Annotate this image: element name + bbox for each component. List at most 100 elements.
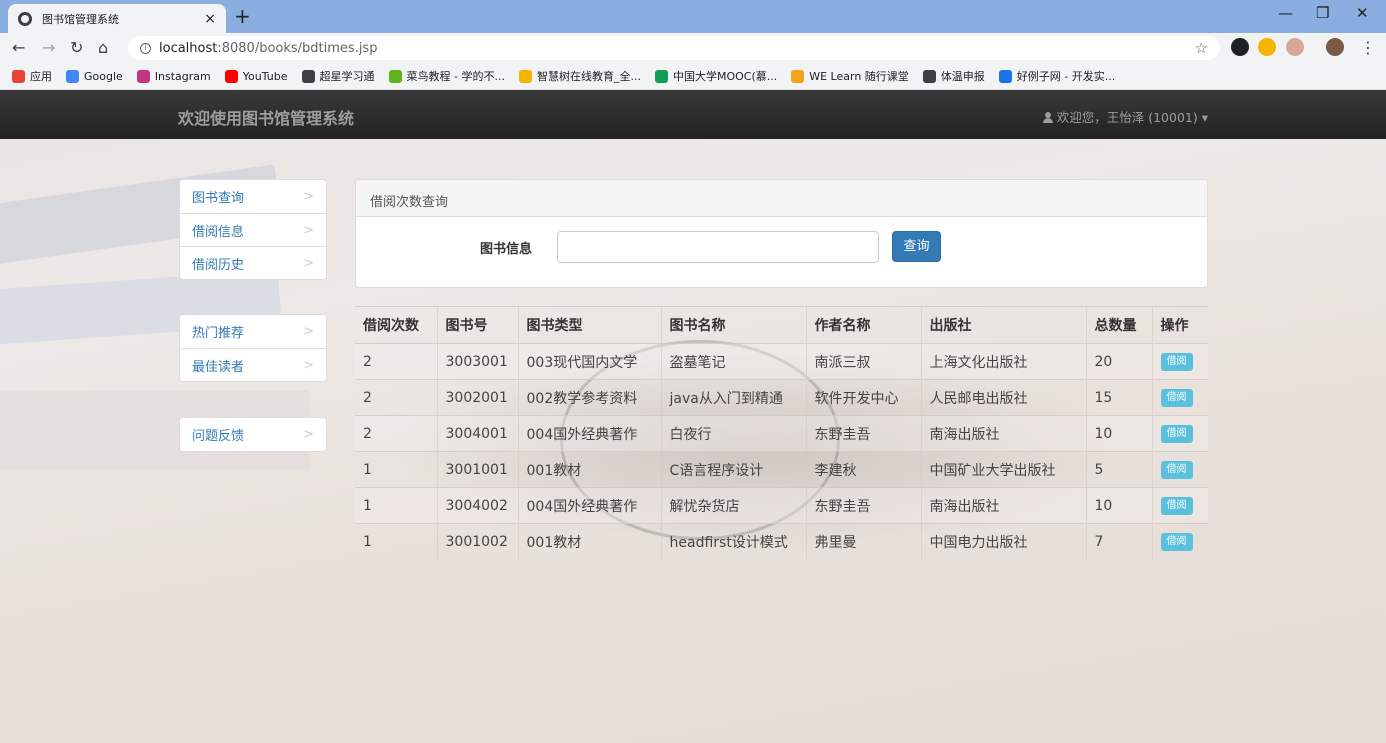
table-cell: 2	[355, 343, 437, 380]
url-bar[interactable]: i localhost:8080/books/bdtimes.jsp ☆	[128, 36, 1220, 60]
top-navbar: 欢迎使用图书馆管理系统 欢迎您，王怡泽 (10001) ▾	[0, 90, 1386, 139]
new-tab-button[interactable]: +	[234, 4, 251, 28]
table-cell: 003现代国内文学	[517, 343, 661, 380]
table-cell: 2	[355, 415, 437, 452]
sidebar-item-label: 借阅历史	[192, 257, 245, 273]
bookmark-item[interactable]: 菜鸟教程 - 学的不...	[388, 68, 505, 84]
bookmark-item[interactable]: YouTube	[224, 69, 288, 83]
sidebar-item-label: 热门推荐	[192, 326, 245, 341]
borrow-count-table: 借阅次数 图书号 图书类型 图书名称 作者名称 出版社 总数量 操作 2 3003001 003现…	[355, 306, 1208, 560]
borrow-button[interactable]: 借阅	[1160, 353, 1193, 371]
user-icon	[1042, 112, 1053, 123]
sidebar-group-rankings: 热门推荐 > 最佳读者 >	[179, 314, 327, 382]
table-row: 1 3004002 004国外经典著作 解忧杂货店 东野圭吾 南海出版社 10 借阅	[355, 487, 1208, 524]
extension-icon[interactable]	[1286, 38, 1304, 56]
table-cell: 004国外经典著作	[517, 487, 661, 524]
sidebar-item[interactable]: 问题反馈 >	[180, 418, 326, 451]
extension-icon[interactable]	[1231, 38, 1249, 56]
minimize-icon[interactable]: —	[1278, 4, 1293, 22]
table-cell: 软件开发中心	[805, 379, 921, 416]
sidebar-item[interactable]: 借阅历史 >	[180, 246, 326, 279]
tab-title: 图书馆管理系统	[42, 12, 119, 26]
table-cell: 白夜行	[660, 415, 806, 452]
bookmark-item[interactable]: WE Learn 随行课堂	[791, 68, 909, 84]
chevron-right-icon: >	[303, 255, 314, 271]
chevron-right-icon: >	[303, 427, 314, 442]
sidebar-item[interactable]: 图书查询 >	[180, 180, 326, 213]
bookmark-item[interactable]: 应用	[12, 68, 52, 84]
bookmark-label: 智慧树在线教育_全...	[536, 70, 641, 83]
bookmark-favicon-icon	[654, 69, 668, 83]
bookmarks-bar: 应用 Google Instagram YouTube 超星学习通 菜鸟教程 - 学的不.…	[0, 63, 1386, 90]
back-icon[interactable]: ←	[12, 38, 25, 57]
borrow-button[interactable]: 借阅	[1160, 461, 1193, 479]
bookmark-item[interactable]: 体温申报	[922, 68, 985, 84]
browser-tab-strip: 图书馆管理系统 × + — ❐ ✕	[0, 0, 1386, 33]
chevron-right-icon: >	[303, 222, 314, 238]
sidebar-item[interactable]: 最佳读者 >	[180, 348, 326, 381]
sidebar-group-feedback: 问题反馈 >	[179, 417, 327, 452]
forward-icon[interactable]: →	[42, 38, 55, 57]
action-cell: 借阅	[1151, 487, 1208, 524]
bookmark-item[interactable]: 超星学习通	[301, 68, 375, 84]
table-row: 1 3001002 001教材 headfirst设计模式 弗里曼 中国电力出版社 7 借阅	[355, 523, 1208, 560]
bookmark-item[interactable]: 好例子网 - 开发实...	[998, 68, 1115, 84]
user-menu[interactable]: 欢迎您，王怡泽 (10001) ▾	[1042, 107, 1208, 126]
brand-title[interactable]: 欢迎使用图书馆管理系统	[178, 105, 354, 129]
extension-icon[interactable]	[1258, 38, 1276, 56]
page-background: 欢迎使用图书馆管理系统 欢迎您，王怡泽 (10001) ▾ 图书查询 > 借阅信息 >…	[0, 90, 1386, 743]
table-cell: 东野圭吾	[805, 487, 921, 524]
table-cell: 001教材	[517, 523, 661, 560]
close-tab-icon[interactable]: ×	[204, 11, 216, 27]
panel-title: 借阅次数查询	[356, 180, 1207, 217]
bookmark-label: 体温申报	[940, 70, 985, 83]
table-cell: 002教学参考资料	[517, 379, 661, 416]
bookmark-item[interactable]: 智慧树在线教育_全...	[518, 68, 641, 84]
table-cell: 10	[1085, 415, 1152, 452]
table-row: 2 3004001 004国外经典著作 白夜行 东野圭吾 南海出版社 10 借阅	[355, 415, 1208, 452]
menu-icon[interactable]: ⋮	[1360, 38, 1376, 57]
restore-icon[interactable]: ❐	[1316, 4, 1329, 22]
borrow-button[interactable]: 借阅	[1160, 497, 1193, 515]
bookmark-favicon-icon	[136, 69, 150, 83]
bookmark-star-icon[interactable]: ☆	[1195, 39, 1208, 57]
table-cell: 5	[1085, 451, 1152, 488]
window-close-icon[interactable]: ✕	[1356, 4, 1369, 22]
book-info-input[interactable]	[557, 231, 879, 263]
bookmark-favicon-icon	[12, 69, 25, 83]
table-row: 2 3002001 002教学参考资料 java从入门到精通 软件开发中心 人民邮电出版社…	[355, 379, 1208, 416]
borrow-button[interactable]: 借阅	[1160, 389, 1193, 407]
table-cell: 中国电力出版社	[920, 523, 1086, 560]
table-row: 2 3003001 003现代国内文学 盗墓笔记 南派三叔 上海文化出版社 20 借阅	[355, 343, 1208, 380]
profile-avatar[interactable]	[1326, 38, 1344, 56]
action-cell: 借阅	[1151, 379, 1208, 416]
borrow-button[interactable]: 借阅	[1160, 425, 1193, 443]
table-cell: 1	[355, 487, 437, 524]
bookmark-item[interactable]: Instagram	[136, 69, 211, 83]
bookmark-item[interactable]: Google	[66, 69, 123, 83]
bookmark-label: 超星学习通	[319, 70, 375, 83]
user-menu-label: 欢迎您，王怡泽 (10001) ▾	[1056, 110, 1208, 125]
table-cell: 10	[1085, 487, 1152, 524]
sidebar-item[interactable]: 借阅信息 >	[180, 213, 326, 246]
column-header: 借阅次数	[355, 306, 437, 344]
sidebar-item[interactable]: 热门推荐 >	[180, 315, 326, 348]
reload-icon[interactable]: ↻	[70, 38, 83, 57]
bookmark-item[interactable]: 中国大学MOOC(慕...	[654, 68, 777, 84]
table-cell: 弗里曼	[805, 523, 921, 560]
search-button[interactable]: 查询	[892, 231, 941, 262]
table-header-row: 借阅次数 图书号 图书类型 图书名称 作者名称 出版社 总数量 操作	[355, 306, 1208, 344]
bookmark-label: YouTube	[242, 69, 288, 83]
browser-tab[interactable]: 图书馆管理系统 ×	[8, 4, 226, 33]
site-info-icon[interactable]: i	[140, 42, 151, 54]
column-header: 操作	[1151, 306, 1208, 344]
table-cell: 人民邮电出版社	[920, 379, 1086, 416]
table-cell: 南海出版社	[920, 487, 1086, 524]
table-cell: 李建秋	[805, 451, 921, 488]
table-cell: 004国外经典著作	[517, 415, 661, 452]
borrow-button[interactable]: 借阅	[1160, 533, 1193, 552]
table-cell: 3004001	[436, 415, 518, 452]
home-icon[interactable]: ⌂	[98, 38, 108, 57]
column-header: 图书号	[436, 306, 518, 344]
chevron-right-icon: >	[303, 189, 314, 204]
